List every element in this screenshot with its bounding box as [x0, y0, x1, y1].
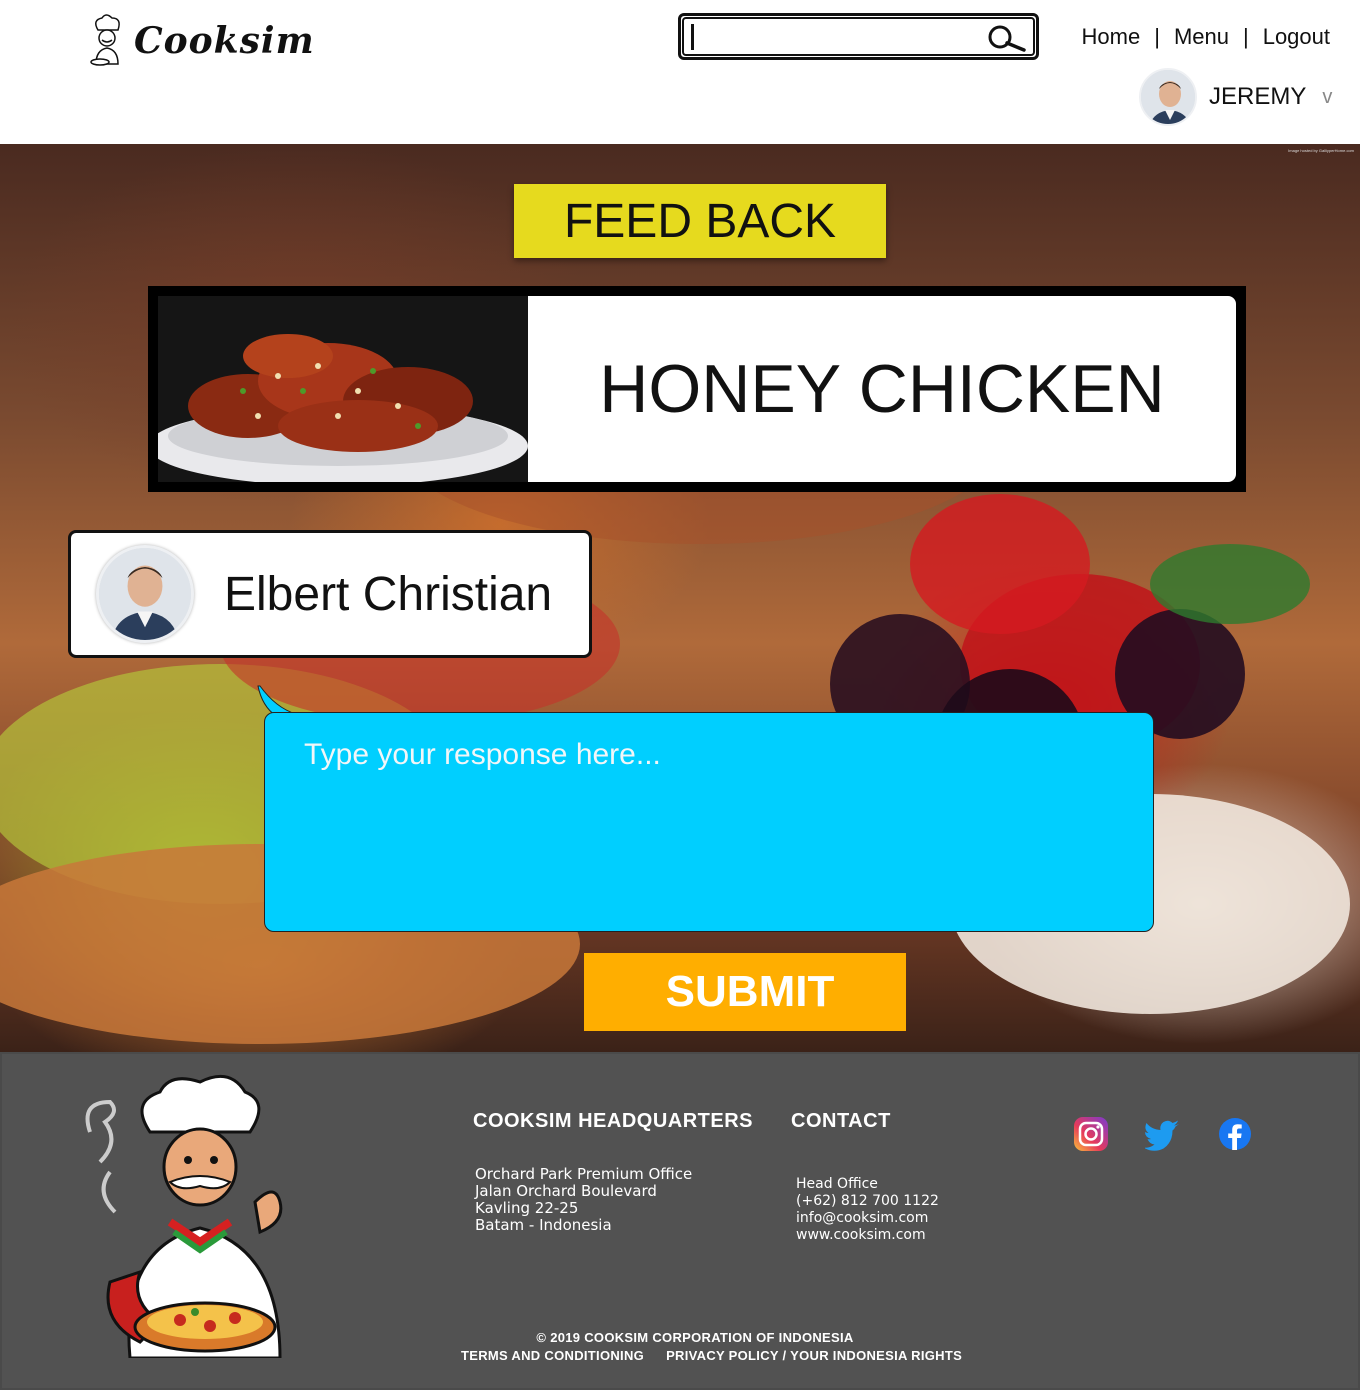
- twitter-icon[interactable]: [1145, 1116, 1181, 1152]
- nav-logout-link[interactable]: Logout: [1263, 24, 1330, 50]
- dish-image: [158, 296, 528, 482]
- headquarters-title: COOKSIM HEADQUARTERS: [473, 1110, 754, 1132]
- search-input[interactable]: [691, 24, 981, 50]
- headquarters-address: Orchard Park Premium Office Jalan Orchar…: [475, 1166, 692, 1234]
- address-line: Jalan Orchard Boulevard: [475, 1182, 657, 1200]
- terms-link[interactable]: TERMS AND CONDITIONING: [461, 1348, 644, 1363]
- reviewer-avatar: [96, 545, 194, 643]
- search-icon[interactable]: [986, 24, 1026, 52]
- honey-chicken-photo-icon: [158, 296, 528, 482]
- dish-card: HONEY CHICKEN: [148, 286, 1246, 492]
- avatar-photo-icon: [99, 548, 191, 640]
- main-nav: Home | Menu | Logout: [1082, 24, 1330, 50]
- contact-email[interactable]: info@cooksim.com: [796, 1210, 939, 1227]
- nav-menu-link[interactable]: Menu: [1174, 24, 1229, 50]
- page-title: FEED BACK: [514, 184, 886, 258]
- response-textarea[interactable]: [304, 738, 1124, 908]
- dish-name-box: HONEY CHICKEN: [528, 296, 1236, 482]
- contact-phone[interactable]: (+62) 812 700 1122: [796, 1193, 939, 1210]
- address-line: Kavling 22-25: [475, 1199, 579, 1217]
- search-box: [678, 13, 1039, 60]
- privacy-link[interactable]: PRIVACY POLICY / YOUR INDONESIA RIGHTS: [666, 1348, 962, 1363]
- dish-name: HONEY CHICKEN: [599, 351, 1165, 427]
- contact-title: CONTACT: [791, 1110, 891, 1132]
- avatar-photo-icon: [1141, 70, 1195, 124]
- legal-links: TERMS AND CONDITIONING PRIVACY POLICY / …: [461, 1348, 962, 1363]
- feedback-hero: Image hosted by GalliyperHome.com FEED B…: [0, 144, 1360, 1052]
- chef-logo-icon: [90, 14, 120, 66]
- site-logo[interactable]: Cooksim: [88, 14, 315, 68]
- facebook-icon[interactable]: [1217, 1116, 1253, 1152]
- logo-wordmark: Cooksim: [134, 20, 315, 62]
- reviewer-card: Elbert Christian: [68, 530, 592, 658]
- site-header: Cooksim Home | Menu | Logout JEREMY v: [0, 0, 1360, 144]
- nav-separator: |: [1154, 24, 1160, 49]
- reviewer-name: Elbert Christian: [224, 567, 553, 621]
- address-line: Batam - Indonesia: [475, 1216, 612, 1234]
- site-footer: COOKSIM HEADQUARTERS Orchard Park Premiu…: [0, 1052, 1360, 1390]
- user-menu-caret-icon[interactable]: v: [1322, 86, 1332, 109]
- copyright-text: © 2019 COOKSIM CORPORATION OF INDONESIA: [536, 1330, 854, 1345]
- contact-details: Head Office (+62) 812 700 1122 info@cook…: [796, 1176, 939, 1244]
- nav-separator: |: [1242, 24, 1249, 49]
- contact-website[interactable]: www.cooksim.com: [796, 1227, 939, 1244]
- user-avatar[interactable]: [1139, 68, 1197, 126]
- submit-button[interactable]: SUBMIT: [584, 953, 906, 1031]
- instagram-icon[interactable]: [1073, 1116, 1109, 1152]
- address-line: Orchard Park Premium Office: [475, 1165, 693, 1183]
- contact-line: Head Office: [796, 1176, 878, 1192]
- user-menu[interactable]: JEREMY v: [1139, 68, 1332, 126]
- user-name[interactable]: JEREMY: [1209, 83, 1306, 111]
- nav-home-link[interactable]: Home: [1082, 24, 1141, 50]
- chef-mascot-icon: [85, 1074, 283, 1358]
